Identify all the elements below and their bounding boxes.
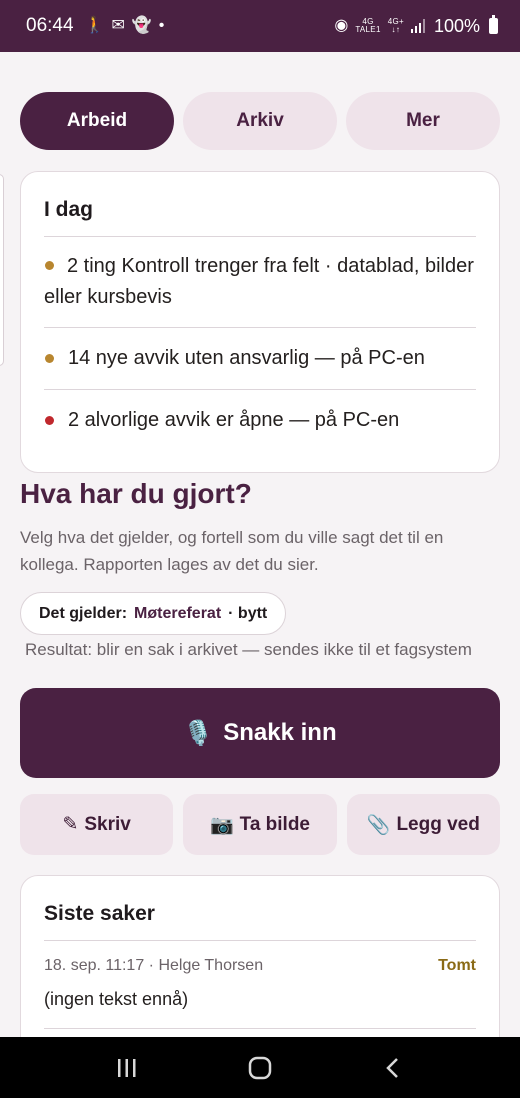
back-icon bbox=[386, 1057, 399, 1078]
today-item[interactable]: 2 alvorlige avvik er åpne — på PC-en bbox=[44, 390, 476, 451]
category-value: Møtereferat bbox=[134, 604, 222, 622]
microphone-icon: 🎙️ bbox=[183, 719, 214, 747]
paperclip-icon: 📎 bbox=[366, 814, 391, 836]
danger-dot-icon bbox=[45, 416, 54, 425]
warning-dot-icon bbox=[45, 354, 54, 363]
result-note: Resultat: blir en sak i arkivet — sendes… bbox=[25, 640, 472, 659]
today-item[interactable]: 14 nye avvik uten ansvarlig — på PC-en bbox=[44, 328, 476, 389]
side-panel-edge[interactable] bbox=[0, 174, 4, 366]
recent-apps-button[interactable] bbox=[107, 1048, 147, 1088]
dot-icon: • bbox=[158, 17, 165, 34]
today-item-text: 2 alvorlige avvik er åpne — på PC-en bbox=[68, 409, 400, 431]
category-selector[interactable]: Det gjelder: Møtereferat · bytt bbox=[20, 592, 287, 635]
snapchat-icon: 👻 bbox=[131, 17, 152, 34]
today-item-text: 14 nye avvik uten ansvarlig — på PC-en bbox=[68, 347, 425, 369]
speak-label: Snakk inn bbox=[223, 719, 337, 746]
take-photo-button[interactable]: 📷 Ta bilde bbox=[183, 794, 337, 855]
status-bar: 06:44 🚶 ✉ 👻 • ◉ 4G TALE1 4G+ ↓↑ 100% bbox=[0, 0, 520, 52]
signal-icon bbox=[410, 19, 425, 33]
take-photo-label: Ta bilde bbox=[239, 813, 311, 835]
attach-button[interactable]: 📎 Legg ved bbox=[346, 794, 500, 855]
today-item[interactable]: 2 ting Kontroll trenger fra felt · datab… bbox=[44, 237, 476, 327]
system-nav-bar bbox=[0, 1037, 520, 1098]
compose-heading: Hva har du gjort? bbox=[20, 478, 252, 509]
tab-mer[interactable]: Mer bbox=[346, 92, 500, 150]
recent-apps-icon bbox=[117, 1058, 136, 1077]
case-status-badge: Tomt bbox=[438, 957, 476, 974]
tab-arkiv[interactable]: Arkiv bbox=[183, 92, 337, 150]
clock: 06:44 bbox=[26, 15, 74, 36]
today-title: I dag bbox=[44, 198, 94, 221]
divider bbox=[44, 1028, 476, 1029]
tab-bar: Arbeid Arkiv Mer bbox=[20, 92, 500, 150]
back-button[interactable] bbox=[373, 1048, 413, 1088]
mail-icon: ✉ bbox=[111, 17, 125, 34]
case-item[interactable]: 18. sep. 11:17 · Helge Thorsen Tomt (ing… bbox=[44, 941, 476, 1029]
hotspot-icon: ◉ bbox=[334, 17, 349, 34]
walking-icon: 🚶 bbox=[84, 17, 105, 34]
home-icon bbox=[248, 1056, 272, 1079]
today-item-text: 2 ting Kontroll trenger fra felt · datab… bbox=[44, 255, 474, 308]
network-indicator-2: 4G+ ↓↑ bbox=[387, 17, 404, 34]
attach-label: Legg ved bbox=[396, 813, 480, 835]
case-date-author: 18. sep. 11:17 · Helge Thorsen bbox=[44, 957, 264, 974]
warning-dot-icon bbox=[45, 260, 54, 270]
case-text: (ingen tekst ennå) bbox=[44, 989, 189, 1009]
category-change-link[interactable]: · bytt bbox=[228, 605, 267, 623]
battery-icon bbox=[489, 15, 498, 34]
today-card: I dag 2 ting Kontroll trenger fra felt ·… bbox=[20, 171, 500, 473]
write-button[interactable]: ✎ Skriv bbox=[20, 794, 174, 855]
tab-arbeid[interactable]: Arbeid bbox=[20, 92, 174, 150]
recent-title: Siste saker bbox=[44, 902, 155, 925]
camera-icon: 📷 bbox=[209, 814, 234, 836]
case-meta: 18. sep. 11:17 · Helge Thorsen Tomt bbox=[44, 957, 476, 975]
compose-intro: Velg hva det gjelder, og fortell som du … bbox=[20, 528, 444, 574]
status-bar-right: ◉ 4G TALE1 4G+ ↓↑ 100% bbox=[334, 15, 498, 37]
network-indicator: 4G TALE1 bbox=[355, 17, 381, 34]
battery-percent: 100% bbox=[433, 15, 480, 36]
pencil-icon: ✎ bbox=[62, 814, 79, 835]
category-label: Det gjelder: bbox=[39, 604, 128, 622]
write-label: Skriv bbox=[84, 813, 131, 835]
status-bar-left: 06:44 🚶 ✉ 👻 • bbox=[26, 15, 164, 37]
home-button[interactable] bbox=[240, 1048, 280, 1088]
speak-button[interactable]: 🎙️ Snakk inn bbox=[20, 688, 500, 778]
action-row: ✎ Skriv 📷 Ta bilde 📎 Legg ved bbox=[20, 794, 500, 855]
